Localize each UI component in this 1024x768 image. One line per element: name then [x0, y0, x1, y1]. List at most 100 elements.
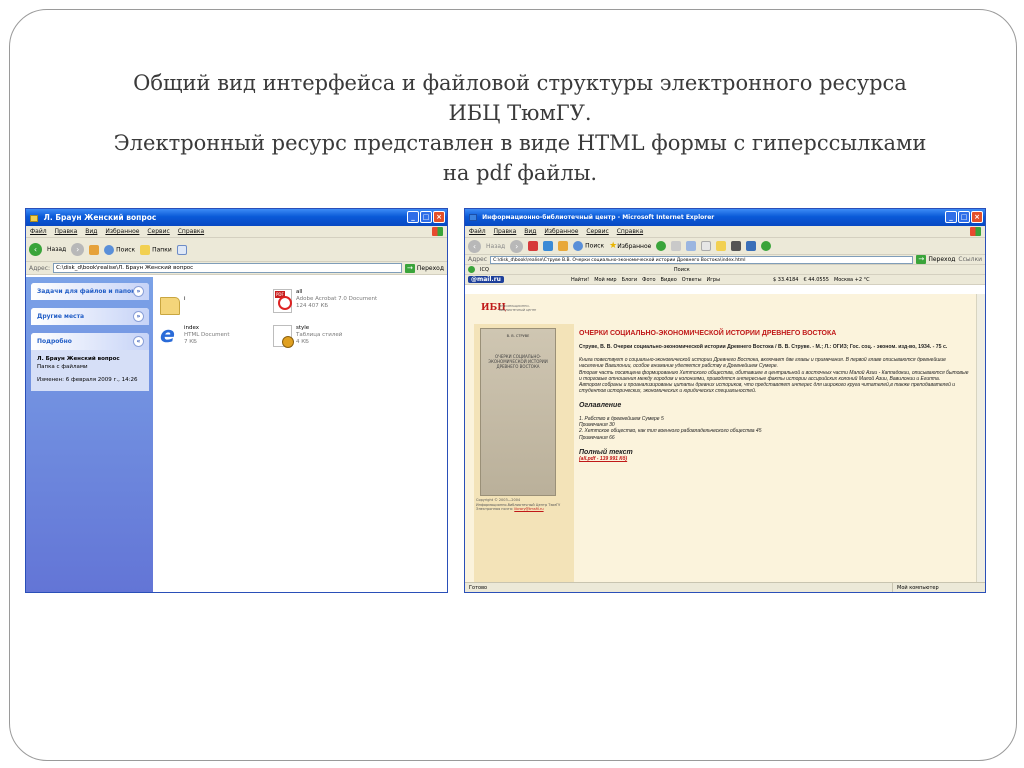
k-icon[interactable] — [731, 241, 742, 251]
go-button[interactable]: → Переход — [404, 263, 444, 273]
menu-tools[interactable]: Сервис — [586, 228, 608, 235]
icq-search[interactable]: Поиск — [674, 267, 690, 273]
home-icon[interactable] — [558, 241, 569, 251]
menu-favorites[interactable]: Избранное — [544, 228, 578, 235]
history-icon[interactable] — [656, 241, 667, 251]
favorites-button[interactable]: ★Избранное — [609, 241, 651, 251]
menu-tools[interactable]: Сервис — [147, 228, 169, 235]
chevron-down-icon[interactable]: » — [133, 311, 144, 322]
full-text-pdf-link[interactable]: (all.pdf - 139 991 Кб) — [579, 456, 969, 462]
details-modified: Изменен: 6 февраля 2009 г., 14:26 — [37, 377, 138, 383]
copyright-email-link[interactable]: library@tmsfil.ru — [514, 507, 543, 511]
maximize-button[interactable]: □ — [420, 211, 432, 223]
menu-edit[interactable]: Правка — [494, 228, 517, 235]
file-type: HTML Document — [184, 332, 230, 338]
search-label: Поиск — [585, 242, 605, 250]
mailru-logo[interactable]: @mail.ru — [468, 276, 504, 283]
tool-icon[interactable] — [761, 241, 772, 251]
toc-item: Примечания 66 — [579, 434, 615, 441]
menu-help[interactable]: Справка — [178, 228, 204, 235]
mailru-item-3[interactable]: Видео — [661, 277, 677, 283]
chevron-up-icon[interactable]: « — [133, 336, 144, 347]
menu-file[interactable]: Файл — [30, 228, 47, 235]
explorer-address-bar: Адрес: C:\disk_d\book\realise\Л. Браун Ж… — [26, 262, 447, 275]
task-box-details-header[interactable]: Подробно « — [31, 333, 149, 350]
go-button[interactable]: → Переход — [916, 255, 955, 264]
usd-rate: $ 33.4184 — [773, 276, 799, 283]
explorer-window: Л. Браун Женский вопрос _ □ × Файл Правк… — [25, 208, 448, 593]
refresh-icon[interactable] — [543, 241, 554, 251]
bibliographic-record: Струве, В. В. Очерки социально-экономиче… — [579, 344, 948, 350]
mailru-item-5[interactable]: Игры — [707, 277, 721, 283]
search-button[interactable]: Поиск — [573, 241, 604, 251]
back-arrow-icon[interactable]: ‹ — [468, 239, 481, 253]
icq-label[interactable]: ICQ — [480, 267, 489, 273]
slide-title-line-2: ИБЦ ТюмГУ. — [448, 101, 592, 125]
edit-icon[interactable] — [701, 241, 712, 251]
ie-address-bar: Адрес C:\disk_d\book\realise\Струве В.В.… — [465, 255, 985, 265]
mailru-find-button[interactable]: Найти! — [571, 277, 589, 283]
slide-title-line-4: на pdf файлы. — [442, 161, 598, 185]
vertical-scrollbar[interactable] — [976, 294, 985, 582]
file-item-index-html[interactable]: e index HTML Document 7 КБ — [160, 325, 230, 347]
folder-icon[interactable] — [716, 241, 727, 251]
print-icon[interactable] — [686, 241, 697, 251]
file-list: i PDF all Adobe Acrobat 7.0 Document 124… — [153, 277, 447, 592]
forward-arrow-icon[interactable]: › — [71, 243, 85, 256]
menu-view[interactable]: Вид — [85, 228, 97, 235]
close-button[interactable]: × — [971, 211, 983, 223]
file-item-style-css[interactable]: style Таблица стилей 4 КБ — [273, 325, 342, 348]
weather[interactable]: Москва +2 °C — [834, 277, 870, 283]
mailru-item-2[interactable]: Фото — [642, 277, 655, 283]
task-box-places-header[interactable]: Другие места » — [31, 308, 149, 325]
task-box-details-label: Подробно — [37, 338, 72, 345]
mailru-item-1[interactable]: Блоги — [622, 277, 638, 283]
pdf-icon: PDF — [273, 289, 292, 313]
address-input[interactable]: C:\disk_d\book\realise\Л. Браун Женский … — [53, 263, 402, 273]
search-icon — [104, 244, 115, 255]
file-name: index — [184, 325, 200, 331]
ie-toolbar: ‹ Назад › Поиск ★Избранное — [465, 238, 985, 255]
maximize-button[interactable]: □ — [958, 211, 970, 223]
up-folder-icon[interactable] — [89, 244, 100, 255]
description-paragraph: Автором собраны и проанализированы цитат… — [579, 382, 956, 395]
ie-titlebar[interactable]: Информационно-библиотечный центр - Micro… — [465, 209, 985, 226]
mailru-item-0[interactable]: Мой мир — [594, 277, 616, 283]
menu-view[interactable]: Вид — [524, 228, 536, 235]
menu-edit[interactable]: Правка — [55, 228, 78, 235]
mail-icon[interactable] — [671, 241, 682, 251]
task-box-tasks-header[interactable]: Задачи для файлов и папок » — [31, 283, 149, 300]
search-label: Поиск — [116, 246, 136, 253]
copyright: Copyright © 2003—2004 Информационно-библ… — [476, 498, 560, 512]
folders-button[interactable]: Папки — [140, 244, 172, 255]
views-icon[interactable] — [176, 244, 187, 255]
menu-file[interactable]: Файл — [469, 228, 486, 235]
file-item-all-pdf[interactable]: PDF all Adobe Acrobat 7.0 Document 124 4… — [273, 289, 377, 313]
mailru-item-4[interactable]: Ответы — [682, 277, 702, 283]
minimize-button[interactable]: _ — [407, 211, 419, 223]
messenger-icon[interactable] — [746, 241, 757, 251]
book-description: Книга повествует о социально-экономическ… — [579, 357, 969, 395]
toc-heading: Оглавление — [579, 401, 622, 409]
menu-favorites[interactable]: Избранное — [105, 228, 139, 235]
address-input[interactable]: C:\disk_d\book\realise\Струве В.В. Очерк… — [490, 255, 914, 264]
menu-help[interactable]: Справка — [617, 228, 643, 235]
folders-label: Папки — [152, 246, 172, 253]
stop-icon[interactable] — [528, 241, 539, 251]
forward-arrow-icon[interactable]: › — [510, 239, 524, 253]
slide-title: Общий вид интерфейса и файловой структур… — [90, 68, 950, 188]
search-button[interactable]: Поиск — [104, 244, 136, 255]
favorites-label: Избранное — [617, 243, 652, 250]
description-paragraph: Книга повествует о социально-экономическ… — [579, 357, 946, 370]
back-arrow-icon[interactable]: ‹ — [29, 243, 42, 256]
back-button[interactable]: Назад — [486, 243, 505, 250]
links-label[interactable]: Ссылки — [958, 256, 982, 263]
copyright-line-3: Электронная почта: — [476, 507, 514, 511]
book-heading: ОЧЕРКИ СОЦИАЛЬНО-ЭКОНОМИЧЕСКОЙ ИСТОРИИ Д… — [579, 330, 837, 337]
minimize-button[interactable]: _ — [945, 211, 957, 223]
chevron-down-icon[interactable]: » — [133, 286, 144, 297]
close-button[interactable]: × — [433, 211, 445, 223]
back-button[interactable]: Назад — [47, 246, 66, 253]
file-item-folder-i[interactable]: i — [160, 291, 186, 315]
explorer-titlebar[interactable]: Л. Браун Женский вопрос _ □ × — [26, 209, 447, 226]
